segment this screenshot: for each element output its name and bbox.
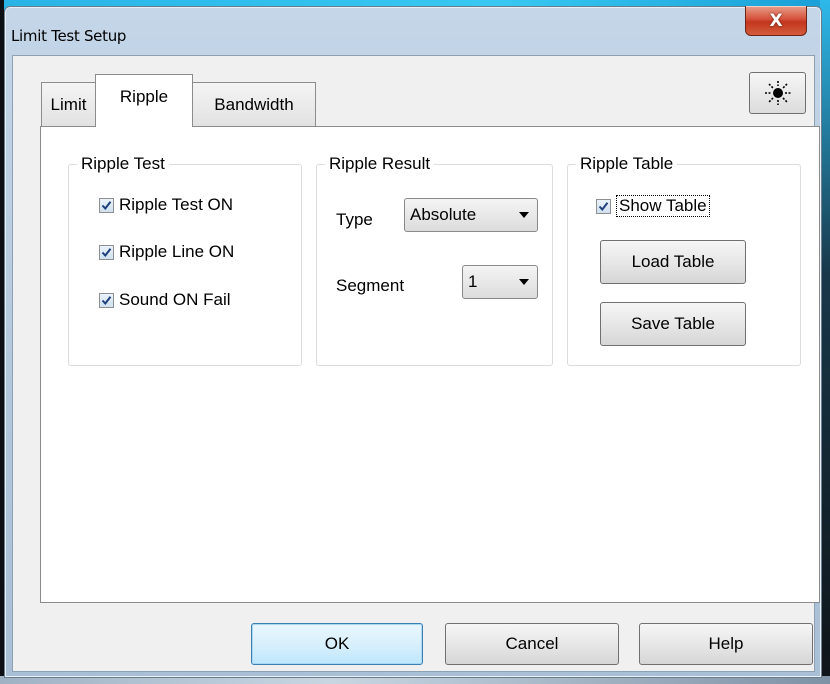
tab-bandwidth-label: Bandwidth <box>214 94 294 114</box>
sound-on-fail-label: Sound ON Fail <box>119 290 231 309</box>
close-button[interactable]: X <box>745 6 807 36</box>
sound-on-fail-checkbox[interactable]: Sound ON Fail <box>99 290 231 310</box>
ripple-line-on-label: Ripple Line ON <box>119 242 235 261</box>
save-table-label: Save Table <box>631 314 715 333</box>
ripple-tab-panel: Ripple Test Ripple Test ON Ripple Line O… <box>40 126 820 603</box>
checkbox-checked-icon <box>596 198 611 214</box>
type-dropdown-value: Absolute <box>410 205 477 224</box>
ripple-test-on-checkbox[interactable]: Ripple Test ON <box>99 195 233 215</box>
help-label: Help <box>708 634 744 653</box>
cancel-button[interactable]: Cancel <box>445 623 619 665</box>
chevron-down-icon <box>519 212 529 218</box>
ripple-test-group: Ripple Test Ripple Test ON Ripple Line O… <box>68 154 302 366</box>
cancel-label: Cancel <box>505 634 559 653</box>
ripple-line-on-checkbox[interactable]: Ripple Line ON <box>99 242 234 262</box>
ok-label: OK <box>324 634 350 653</box>
type-label: Type <box>336 210 373 229</box>
segment-dropdown[interactable]: 1 <box>462 265 538 299</box>
ripple-result-group: Ripple Result Type Absolute Segment 1 <box>316 154 553 366</box>
checkbox-checked-icon <box>99 244 114 260</box>
save-table-button[interactable]: Save Table <box>600 302 746 346</box>
show-table-label: Show Table <box>616 195 710 217</box>
ok-button[interactable]: OK <box>251 623 423 665</box>
window-title: Limit Test Setup <box>11 27 127 45</box>
help-button[interactable]: Help <box>639 623 813 665</box>
ripple-table-group-title: Ripple Table <box>576 154 678 174</box>
tab-ripple[interactable]: Ripple <box>95 74 193 127</box>
tab-limit[interactable]: Limit <box>41 82 96 126</box>
tab-bandwidth[interactable]: Bandwidth <box>192 82 316 126</box>
ripple-table-group: Ripple Table Show Table Load Table Save … <box>567 154 801 366</box>
tab-ripple-label: Ripple <box>119 87 169 106</box>
sun-icon <box>764 81 791 105</box>
close-icon: X <box>769 10 783 31</box>
segment-label: Segment <box>336 276 405 295</box>
chevron-down-icon <box>519 279 529 285</box>
ripple-test-on-label: Ripple Test ON <box>119 195 234 214</box>
display-settings-button[interactable] <box>749 72 806 114</box>
type-dropdown[interactable]: Absolute <box>404 198 538 232</box>
checkbox-checked-icon <box>99 292 114 308</box>
limit-test-setup-dialog: Limit Test Setup X Limit Ripple Bandwidt… <box>4 6 822 678</box>
segment-dropdown-value: 1 <box>468 272 478 291</box>
load-table-button[interactable]: Load Table <box>600 240 746 284</box>
ripple-test-group-title: Ripple Test <box>77 154 169 174</box>
load-table-label: Load Table <box>631 252 715 271</box>
show-table-checkbox[interactable]: Show Table <box>596 195 710 217</box>
dialog-client-area: Limit Ripple Bandwidth Ripple Test Rippl… <box>12 55 820 672</box>
tab-limit-label: Limit <box>50 94 87 114</box>
title-bar[interactable]: Limit Test Setup X <box>5 6 821 55</box>
checkbox-checked-icon <box>99 197 114 213</box>
ripple-result-group-title: Ripple Result <box>325 154 435 174</box>
